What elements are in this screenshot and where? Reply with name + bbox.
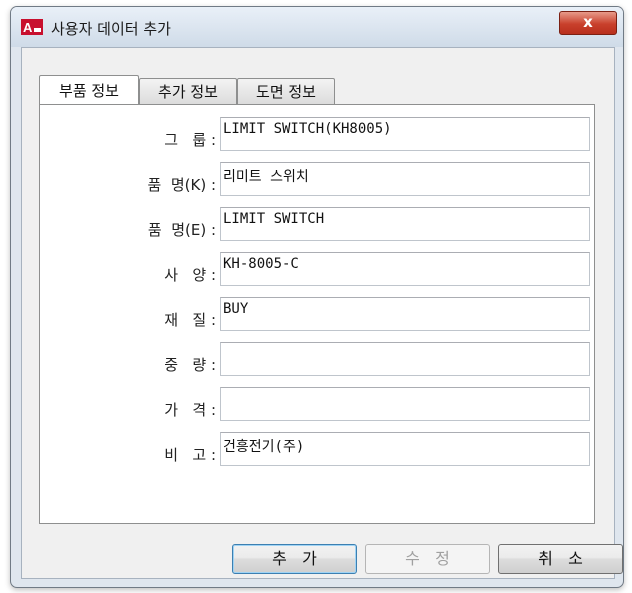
spec-label: 사 양 :	[164, 266, 216, 284]
field-row-group: 그 룹 : LIMIT SWITCH(KH8005)	[40, 117, 596, 157]
name-english-input[interactable]: LIMIT SWITCH	[220, 207, 590, 241]
name-korean-label: 품 명(K) :	[147, 176, 217, 194]
add-button[interactable]: 추 가	[232, 544, 357, 574]
material-input[interactable]: BUY	[220, 297, 590, 331]
tab-drawing-info[interactable]: 도면 정보	[237, 78, 335, 104]
price-input[interactable]	[220, 387, 590, 421]
spec-input[interactable]: KH-8005-C	[220, 252, 590, 286]
field-row-remarks: 비 고 : 건흥전기(주)	[40, 432, 596, 472]
dialog-window: A 사용자 데이터 추가 x 부품 정보 추가 정보 도면 정보 그 룹 : L…	[10, 6, 624, 588]
group-input[interactable]: LIMIT SWITCH(KH8005)	[220, 117, 590, 151]
field-row-weight: 중 량 :	[40, 342, 596, 382]
title-bar[interactable]: A 사용자 데이터 추가 x	[11, 7, 623, 47]
dialog-body: 부품 정보 추가 정보 도면 정보 그 룹 : LIMIT SWITCH(KH8…	[21, 47, 623, 579]
price-label: 가 격 :	[164, 401, 216, 419]
tab-part-info[interactable]: 부품 정보	[39, 75, 139, 104]
remarks-label: 비 고 :	[164, 446, 216, 464]
close-icon: x	[583, 13, 593, 31]
weight-label: 중 량 :	[164, 356, 216, 374]
field-row-name-e: 품 명(E) : LIMIT SWITCH	[40, 207, 596, 247]
field-row-material: 재 질 : BUY	[40, 297, 596, 337]
remarks-input[interactable]: 건흥전기(주)	[220, 432, 590, 466]
window-title: 사용자 데이터 추가	[51, 20, 171, 38]
tab-extra-info[interactable]: 추가 정보	[139, 78, 237, 104]
close-button[interactable]: x	[559, 11, 617, 35]
name-english-label: 품 명(E) :	[147, 221, 216, 239]
group-label: 그 룹 :	[164, 131, 216, 149]
field-row-spec: 사 양 : KH-8005-C	[40, 252, 596, 292]
material-label: 재 질 :	[164, 311, 216, 329]
part-info-panel: 그 룹 : LIMIT SWITCH(KH8005) 품 명(K) : 리미트 …	[39, 104, 595, 524]
name-korean-input[interactable]: 리미트 스위치	[220, 162, 590, 196]
field-row-name-k: 품 명(K) : 리미트 스위치	[40, 162, 596, 202]
svg-text:A: A	[23, 20, 33, 35]
cancel-button[interactable]: 취 소	[498, 544, 623, 574]
weight-input[interactable]	[220, 342, 590, 376]
autocad-icon: A	[21, 19, 43, 35]
field-row-price: 가 격 :	[40, 387, 596, 427]
modify-button[interactable]: 수 정	[365, 544, 490, 574]
